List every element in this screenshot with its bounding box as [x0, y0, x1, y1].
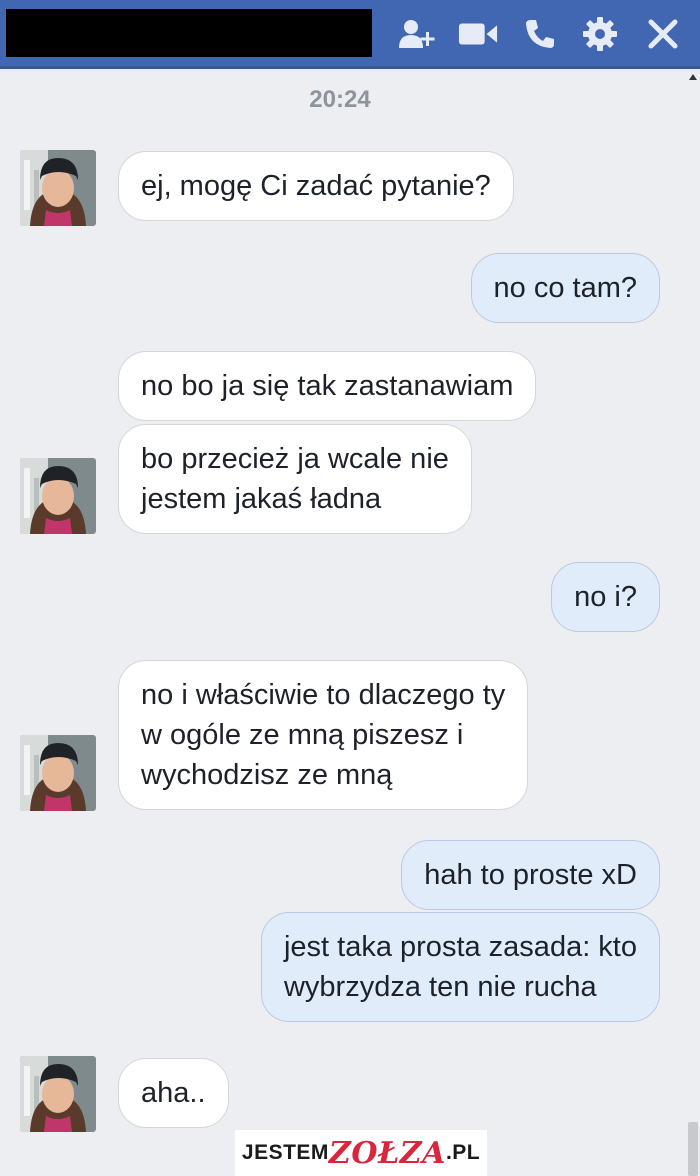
- gear-icon[interactable]: [580, 14, 620, 54]
- phone-icon[interactable]: [520, 14, 560, 54]
- message-text: w ogóle ze mną piszesz i: [141, 719, 464, 751]
- message-bubble-outgoing[interactable]: hah to proste xD: [401, 840, 660, 910]
- close-icon[interactable]: [643, 14, 683, 54]
- message-text: bo przecież ja wcale nie: [141, 443, 449, 475]
- message-text: no i?: [574, 581, 637, 613]
- contact-avatar[interactable]: [20, 458, 96, 534]
- contact-avatar[interactable]: [20, 735, 96, 811]
- message-bubble-incoming[interactable]: aha..: [118, 1058, 229, 1128]
- message-bubble-incoming[interactable]: no bo ja się tak zastanawiam: [118, 351, 537, 421]
- scroll-up-arrow[interactable]: [689, 74, 697, 80]
- message-text: jest taka prosta zasada: kto: [283, 931, 637, 963]
- message-text: no bo ja się tak zastanawiam: [141, 370, 514, 402]
- message-bubble-outgoing[interactable]: no co tam?: [470, 253, 660, 323]
- message-text: wybrzydza ten nie rucha: [283, 971, 597, 1003]
- contact-avatar[interactable]: [20, 1056, 96, 1132]
- message-text: aha..: [141, 1077, 206, 1109]
- message-bubble-outgoing[interactable]: no i?: [551, 562, 660, 632]
- video-call-icon[interactable]: [458, 14, 498, 54]
- scrollbar-thumb[interactable]: [688, 1122, 698, 1176]
- message-text: jestem jakaś ładna: [141, 483, 382, 515]
- message-text: no co tam?: [493, 272, 637, 304]
- chat-header: [0, 0, 700, 69]
- message-bubble-outgoing[interactable]: jest taka prosta zasada: kto wybrzydza t…: [260, 912, 660, 1022]
- message-text: hah to proste xD: [424, 859, 637, 891]
- add-person-icon[interactable]: [398, 14, 438, 54]
- conversation-title-redacted: [6, 9, 372, 57]
- message-text: ej, mogę Ci zadać pytanie?: [141, 170, 491, 202]
- watermark-suffix: .PL: [445, 1141, 481, 1164]
- contact-avatar[interactable]: [20, 150, 96, 226]
- message-text: wychodzisz ze mną: [141, 759, 393, 791]
- watermark-prefix: JESTEM: [241, 1141, 329, 1164]
- message-timestamp: 20:24: [309, 86, 371, 113]
- message-bubble-incoming[interactable]: no i właściwie to dlaczego ty w ogóle ze…: [118, 660, 529, 810]
- message-bubble-incoming[interactable]: bo przecież ja wcale nie jestem jakaś ła…: [118, 424, 472, 534]
- message-bubble-incoming[interactable]: ej, mogę Ci zadać pytanie?: [118, 151, 514, 221]
- watermark-accent: ZOŁZA: [328, 1135, 446, 1171]
- message-text: no i właściwie to dlaczego ty: [141, 679, 506, 711]
- site-watermark: JESTEM ZOŁZA .PL: [235, 1130, 487, 1176]
